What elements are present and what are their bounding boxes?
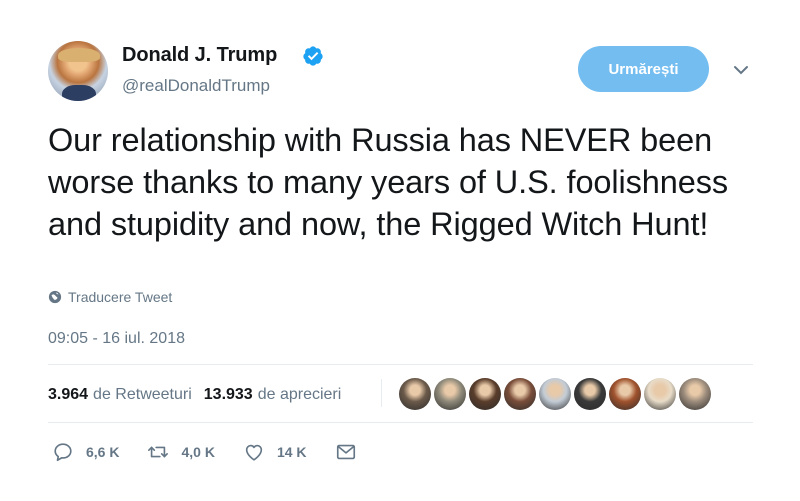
like-action[interactable]: 14 K <box>243 441 307 463</box>
retweets-label: de Retweeturi <box>93 386 192 403</box>
retweets-stat[interactable]: 3.964 de Retweeturi <box>48 386 192 404</box>
liker-avatar-4[interactable] <box>504 378 536 410</box>
translate-tweet-link[interactable]: Traducere Tweet <box>48 289 172 305</box>
reply-count: 6,6 K <box>86 444 120 460</box>
stats-separator <box>381 379 382 407</box>
retweet-count: 4,0 K <box>181 444 215 460</box>
divider-top <box>48 364 753 365</box>
retweet-icon <box>148 446 169 458</box>
tweet-timestamp[interactable]: 09:05 - 16 iul. 2018 <box>48 330 185 348</box>
direct-message-action[interactable] <box>335 441 357 463</box>
liker-avatar-2[interactable] <box>434 378 466 410</box>
liker-avatar-8[interactable] <box>644 378 676 410</box>
reply-action[interactable]: 6,6 K <box>52 441 119 463</box>
like-count: 14 K <box>276 444 307 460</box>
divider-bottom <box>48 422 753 423</box>
liker-avatar-5[interactable] <box>539 378 571 410</box>
screen-name[interactable]: @realDonaldTrump <box>122 76 270 96</box>
liker-avatars <box>399 378 711 410</box>
likes-label: de aprecieri <box>257 386 342 403</box>
liker-avatar-7[interactable] <box>609 378 641 410</box>
tweet-text: Our relationship with Russia has NEVER b… <box>48 122 729 242</box>
translate-tweet-label: Traducere Tweet <box>68 289 173 305</box>
tweet-stats: 3.964 de Retweeturi 13.933 de aprecieri <box>48 386 353 404</box>
likes-count: 13.933 <box>203 386 253 403</box>
liker-avatar-1[interactable] <box>399 378 431 410</box>
tweet-actions: 6,6 K 4,0 K 14 K <box>52 441 385 463</box>
retweet-action[interactable]: 4,0 K <box>147 441 215 463</box>
reply-icon <box>54 443 72 462</box>
liker-avatar-3[interactable] <box>469 378 501 410</box>
user-avatar[interactable] <box>48 41 108 101</box>
verified-badge-icon <box>303 46 323 66</box>
follow-button[interactable]: Urmărești <box>578 46 709 92</box>
likes-stat[interactable]: 13.933 de aprecieri <box>204 386 342 404</box>
envelope-icon <box>336 444 355 460</box>
liker-avatar-9[interactable] <box>679 378 711 410</box>
display-name[interactable]: Donald J. Trump <box>122 44 277 67</box>
heart-icon <box>245 444 263 461</box>
retweets-count: 3.964 <box>48 386 89 403</box>
liker-avatar-6[interactable] <box>574 378 606 410</box>
chevron-down-icon[interactable] <box>733 64 749 76</box>
globe-icon <box>48 290 62 304</box>
